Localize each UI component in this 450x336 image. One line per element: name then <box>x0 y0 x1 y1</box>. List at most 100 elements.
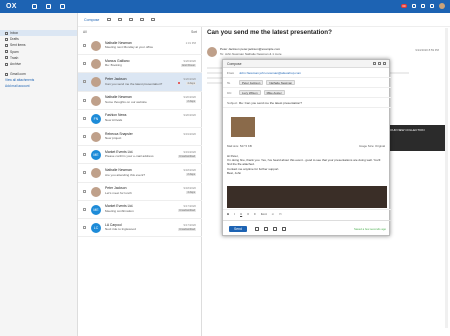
mail-list-item[interactable]: Nathalie Newman Meeting next Monday at yo… <box>78 37 202 56</box>
link-icon[interactable]: ∞ <box>272 212 274 216</box>
maximize-icon[interactable] <box>378 62 381 65</box>
to-row: To Peter Jackson Nathalie Newman <box>223 78 391 88</box>
mail-sender: Nathalie Newman <box>105 40 132 45</box>
select-checkbox[interactable] <box>83 153 86 157</box>
select-checkbox[interactable] <box>83 116 86 120</box>
mail-subject: Please confirm your e-mail address <box>105 154 154 159</box>
select-checkbox[interactable] <box>83 207 86 211</box>
mail-date: 9/20/2020 <box>183 113 196 118</box>
forward-icon[interactable] <box>129 18 134 21</box>
folder-sidebar: Inbox Drafts Sent items Spam Trash Archi… <box>0 13 78 336</box>
mail-subject: Meeting next Monday at your office <box>105 45 154 50</box>
cc-label: CC <box>227 90 232 95</box>
calendar-app-icon[interactable] <box>45 4 51 9</box>
sender-avatar <box>91 59 101 70</box>
close-icon[interactable] <box>383 62 386 65</box>
drafts-icon <box>5 37 8 41</box>
text-format-icon[interactable] <box>254 227 259 231</box>
promo-image: OUR NEW COLLECTION <box>387 125 445 151</box>
underline-icon[interactable]: U <box>240 212 242 216</box>
sort-dropdown[interactable]: Sort <box>191 30 197 34</box>
select-checkbox[interactable] <box>83 135 86 138</box>
send-button[interactable]: Send <box>229 226 247 232</box>
settings-icon[interactable] <box>430 4 434 8</box>
user-avatar[interactable] <box>439 3 445 9</box>
compose-body[interactable]: Hi Peter, I'm doing fine, thank you. Yes… <box>227 154 385 175</box>
contacts-app-icon[interactable] <box>59 4 65 9</box>
add-mail-account-link[interactable]: Add mail account <box>0 83 77 89</box>
mail-sender: LA Carpool <box>105 222 122 227</box>
select-checkbox[interactable] <box>83 189 86 193</box>
mail-subject: Are you attending this event? <box>105 172 146 177</box>
reply-all-icon[interactable] <box>118 18 123 21</box>
select-checkbox[interactable] <box>83 171 86 175</box>
subject-field[interactable]: Re: Can you send me the latest presentat… <box>239 101 302 105</box>
mail-subject: Let's meet for lunch <box>105 190 132 195</box>
mail-sender: Marcus Galliano <box>105 58 130 63</box>
flag-icon[interactable] <box>177 81 180 85</box>
notification-badge[interactable]: 30 <box>400 4 407 8</box>
reader-header: Peter Jackson peter.jackson@example.com … <box>207 47 450 59</box>
mail-list-item[interactable]: Peter Jackson Let's meet for lunch 9/18/20… <box>78 183 202 201</box>
refresh-icon[interactable] <box>412 4 416 8</box>
mail-sender: Nathalie Newman <box>105 167 132 172</box>
mail-toolbar: Compose <box>78 13 450 27</box>
image-size-select[interactable]: Image Size: Original <box>359 144 385 148</box>
compose-button[interactable]: Compose <box>84 18 99 22</box>
mail-list-item[interactable]: ME Market Events Ltd. Please confirm your … <box>78 146 202 165</box>
italic-icon[interactable]: I <box>234 212 235 216</box>
select-checkbox[interactable] <box>83 80 86 84</box>
select-checkbox[interactable] <box>83 62 86 66</box>
to-chip[interactable]: Nathalie Newman <box>266 80 296 85</box>
reply-icon[interactable] <box>107 18 112 21</box>
mail-app-icon[interactable] <box>31 4 37 9</box>
from-field[interactable]: John Newman john.newman@ailexahop.com <box>239 71 301 75</box>
subject-row: Subject Re: Can you send me the latest p… <box>223 98 391 108</box>
inbox-icon <box>5 31 8 35</box>
select-checkbox[interactable] <box>83 98 86 102</box>
mail-sender: Market Events Ltd. <box>105 149 134 154</box>
mail-subject: Next ride to Inglewood <box>105 227 136 232</box>
mail-list-item[interactable]: Peter Jackson Can you send me the latest … <box>78 73 202 92</box>
minimize-icon[interactable] <box>373 62 376 65</box>
bold-icon[interactable]: B <box>227 212 229 216</box>
mail-list-item[interactable]: Nathalie Newman Are you attending this ev… <box>78 164 202 183</box>
mail-list-item[interactable]: LC LA Carpool Next ride to Inglewood 9/17/2… <box>78 219 202 238</box>
reader-from[interactable]: Peter Jackson peter.jackson@example.com <box>220 47 280 51</box>
attach-icon[interactable] <box>263 227 268 231</box>
account-icon <box>5 72 8 76</box>
mail-date: 9/19/2020 <box>183 149 196 154</box>
more-icon[interactable] <box>151 18 156 21</box>
mail-list-item[interactable]: FN Fashion News New Arrivals 9/20/2020 <box>78 110 202 128</box>
mail-sender: Peter Jackson <box>105 76 127 81</box>
font-select[interactable]: Font <box>261 212 267 216</box>
list-icon[interactable]: ≡ <box>247 212 249 216</box>
help-icon[interactable] <box>421 4 425 8</box>
sender-avatar <box>91 77 101 88</box>
sender-avatar: FN <box>91 113 101 124</box>
cc-chip[interactable]: Mike Auster <box>263 90 285 95</box>
numbered-list-icon[interactable]: ≡ <box>254 212 256 216</box>
mail-list-item[interactable]: Rebecca Snapsler New project 9/19/2020 <box>78 128 202 147</box>
select-checkbox[interactable] <box>83 44 86 47</box>
mail-list-item[interactable]: Marcus Galliano Re: Booking 9/20/2020 Emil … <box>78 55 202 74</box>
reader-scrollbar[interactable] <box>445 28 448 328</box>
mail-tag: 4 days <box>186 191 196 195</box>
mail-list-item[interactable]: ME Market Events Ltd. Meeting confirmation… <box>78 201 202 219</box>
delete-icon[interactable] <box>140 18 145 21</box>
cc-chip[interactable]: Lucy Wilson <box>239 90 261 95</box>
mail-date: 9/19/2020 <box>183 131 196 136</box>
mail-tag: Unsubscribed <box>178 154 196 158</box>
to-chip[interactable]: Peter Jackson <box>239 80 264 85</box>
more-options-icon[interactable] <box>281 227 286 231</box>
mail-list-item[interactable]: Nathalie Newman Some thoughts on our webs… <box>78 92 202 110</box>
cloud-icon[interactable] <box>272 227 277 231</box>
mail-date: 1:31 PM <box>185 40 196 45</box>
spam-icon <box>5 50 8 54</box>
mail-date: 9/18/2020 <box>183 167 196 172</box>
attachment-thumbnail[interactable] <box>231 117 255 137</box>
filter-dropdown[interactable]: All <box>83 30 87 34</box>
select-checkbox[interactable] <box>83 226 86 229</box>
image-icon[interactable]: ▭ <box>279 212 282 216</box>
sent-icon <box>5 43 8 47</box>
